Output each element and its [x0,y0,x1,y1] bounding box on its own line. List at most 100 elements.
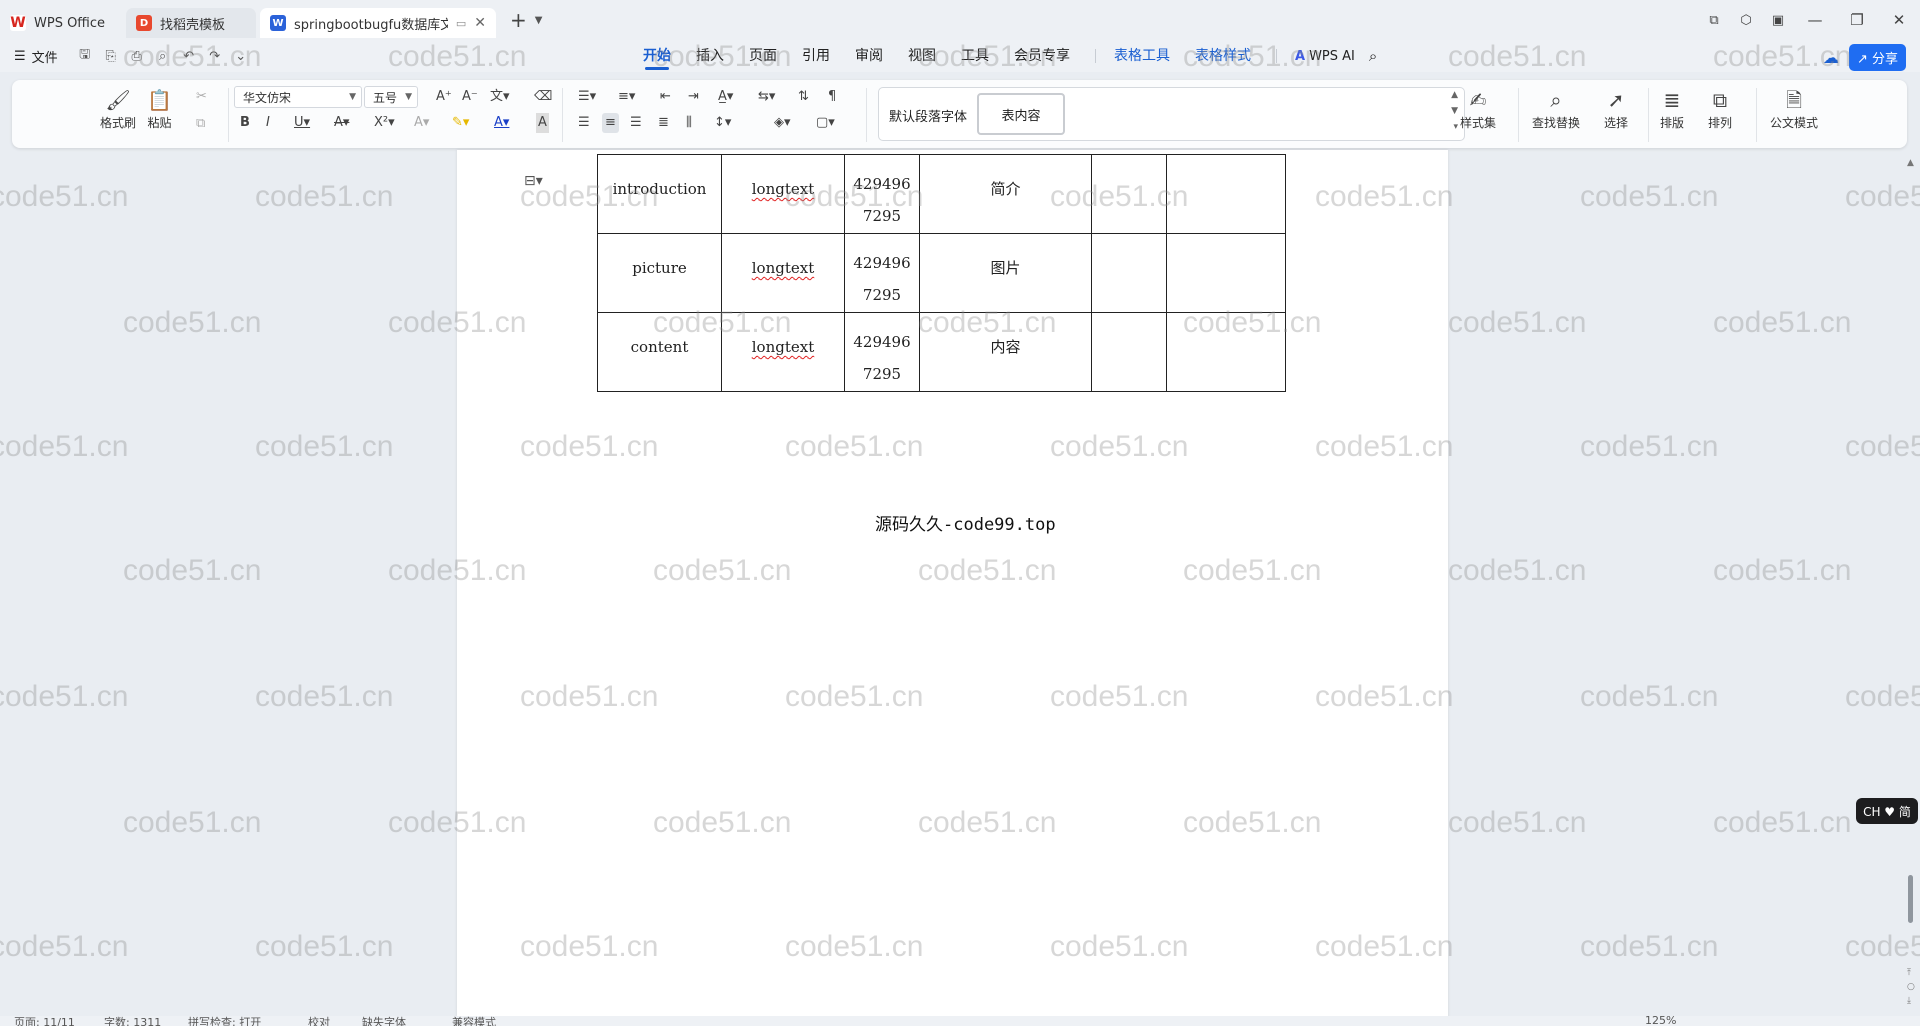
tab-member[interactable]: 会员专享 [1014,40,1070,72]
scroll-up-icon[interactable]: ▲ [1907,158,1914,168]
export-icon[interactable]: ⎘ [102,49,120,64]
scroll-top-icon[interactable]: ⤒ [1907,968,1911,978]
window-icon[interactable]: ▭ [456,17,466,30]
page-indicator[interactable]: 页面: 11/11 [14,1016,75,1026]
empty-cell[interactable] [1091,312,1167,392]
field-type-cell[interactable]: longtext [721,233,845,313]
proofread-button[interactable]: 校对 [308,1016,330,1026]
tab-references[interactable]: 引用 [802,40,830,72]
select-browse-icon[interactable]: ○ [1907,982,1915,992]
line-spacing-icon[interactable]: ↕▾ [714,113,731,133]
numbered-list-icon[interactable]: ≡▾ [618,87,635,107]
find-replace-button[interactable]: ⌕ 查找替换 [1532,86,1580,131]
chevron-down-icon[interactable]: ▼ [1451,106,1458,116]
close-tab-icon[interactable]: ✕ [474,15,486,31]
field-name-cell[interactable]: introduction [597,154,722,234]
paste-button[interactable]: 📋 粘贴 [147,86,172,131]
vertical-scrollbar[interactable]: ▲ ⤒ ○ ⤓ [1903,150,1920,1020]
align-left-icon[interactable]: ☰ [578,113,590,133]
ime-indicator[interactable]: CH ♥ 简 [1856,798,1918,824]
field-comment-cell[interactable]: 简介 [919,154,1092,234]
shading-icon[interactable]: ◈▾ [774,113,791,133]
strikethrough-icon[interactable]: A▾ [334,113,349,133]
bold-icon[interactable]: B [240,113,250,133]
tab-document[interactable]: W springbootbugfu数据库文档 ▭ ✕ [260,8,496,38]
bullet-list-icon[interactable]: ☰▾ [578,87,596,107]
empty-cell[interactable] [1091,154,1167,234]
field-type-cell[interactable]: longtext [721,154,845,234]
field-length-cell[interactable]: 429496 7295 [844,312,920,392]
tab-home[interactable]: 开始 [643,40,671,72]
sort-icon[interactable]: ⇅ [798,87,809,107]
cloud-sync-icon[interactable]: ☁ [1823,48,1839,67]
select-button[interactable]: ➚ 选择 [1604,86,1628,131]
tab-review[interactable]: 审阅 [855,40,883,72]
close-window-icon[interactable]: ✕ [1878,11,1920,29]
align-center-icon[interactable]: ≡ [602,113,619,133]
font-size-select[interactable]: 五号 ▼ [364,86,418,108]
superscript-icon[interactable]: X²▾ [374,113,395,133]
cut-icon[interactable]: ✂ [196,87,207,107]
zoom-level[interactable]: 125% [1645,1016,1676,1026]
print-preview-icon[interactable]: ⌕ [154,49,172,64]
field-name-cell[interactable]: picture [597,233,722,313]
distribute-icon[interactable]: ⫼ [686,113,692,133]
clear-format-icon[interactable]: ⌫ [534,87,552,107]
field-comment-cell[interactable]: 图片 [919,233,1092,313]
empty-cell[interactable] [1091,233,1167,313]
decrease-indent-icon[interactable]: ⇤ [660,87,671,107]
tab-table-style[interactable]: 表格样式 [1195,40,1251,72]
empty-cell[interactable] [1166,233,1286,313]
official-mode-button[interactable]: 🗎 公文模式 [1770,86,1818,131]
tab-wps-office[interactable]: W WPS Office [0,8,122,38]
tab-insert[interactable]: 插入 [696,40,724,72]
tab-docer-templates[interactable]: D 找稻壳模板 [126,8,256,38]
tile-icon[interactable]: ⧉ [1698,13,1730,28]
text-effect-icon[interactable]: A▾ [414,113,429,133]
highlight-icon[interactable]: ✎▾ [452,113,469,133]
field-length-cell[interactable]: 429496 7295 [844,233,920,313]
chevron-up-icon[interactable]: ▲ [1451,90,1458,100]
print-icon[interactable]: ⎙ [128,49,146,64]
search-icon[interactable]: ⌕ [1369,47,1377,65]
copy-icon[interactable]: ⧉ [196,114,205,134]
style-table-content[interactable]: 表内容 [977,93,1065,135]
shrink-font-icon[interactable]: A⁻ [462,87,478,107]
text-direction-icon[interactable]: A̲▾ [718,87,733,107]
file-menu[interactable]: ☰ 文件 [14,47,58,66]
grow-font-icon[interactable]: A⁺ [436,87,452,107]
align-right-icon[interactable]: ☰ [630,113,642,133]
phonetic-icon[interactable]: 文▾ [490,87,510,107]
field-name-cell[interactable]: content [597,312,722,392]
field-length-cell[interactable]: 429496 7295 [844,154,920,234]
arrange-button[interactable]: ⧉ 排列 [1708,86,1732,131]
scroll-thumb[interactable] [1908,875,1913,923]
share-button[interactable]: ↗ 分享 [1848,44,1906,71]
char-shading-icon[interactable]: A [536,113,549,133]
convert-icon[interactable]: ⇆▾ [758,87,775,107]
empty-cell[interactable] [1166,154,1286,234]
redo-icon[interactable]: ↷ [206,49,224,64]
field-type-cell[interactable]: longtext [721,312,845,392]
scroll-bottom-icon[interactable]: ⤓ [1907,996,1911,1006]
typeset-button[interactable]: ≣ 排版 [1660,86,1684,131]
style-set-button[interactable]: ✍ 样式集 [1460,86,1496,131]
restore-icon[interactable]: ❐ [1836,11,1878,29]
underline-icon[interactable]: U▾ [294,113,310,133]
justify-icon[interactable]: ≣ [658,113,669,133]
tab-view[interactable]: 视图 [908,40,936,72]
style-default-font[interactable]: 默认段落字体 [889,106,967,125]
increase-indent-icon[interactable]: ⇥ [688,87,699,107]
empty-cell[interactable] [1166,312,1286,392]
tab-tools[interactable]: 工具 [961,40,989,72]
avatar[interactable]: ▣ [1762,13,1794,28]
field-comment-cell[interactable]: 内容 [919,312,1092,392]
format-painter-button[interactable]: 🖌 格式刷 [100,86,136,131]
save-icon[interactable]: 🖫 [76,45,94,67]
new-tab-icon[interactable]: + [510,8,527,32]
chevron-down-icon[interactable]: ▼ [535,15,543,26]
missing-font-button[interactable]: 缺失字体 [362,1016,406,1026]
minimize-icon[interactable]: — [1794,11,1836,29]
wps-ai-button[interactable]: A WPS AI [1295,49,1355,64]
font-name-select[interactable]: 华文仿宋 ▼ [234,86,362,108]
